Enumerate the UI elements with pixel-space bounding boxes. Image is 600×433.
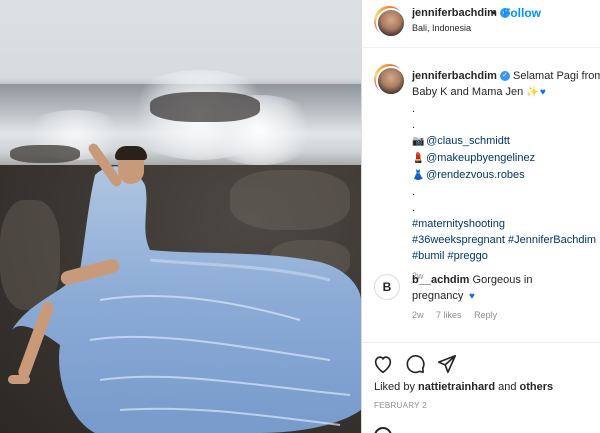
follow-button[interactable]: Follow bbox=[503, 6, 541, 20]
caption-text-line1: Selamat Pagi from bbox=[513, 70, 600, 82]
post-photo[interactable] bbox=[0, 0, 361, 433]
post-actions: Liked by nattietrainhard and others FEBR… bbox=[362, 342, 600, 433]
lipstick-icon: 💄 bbox=[412, 153, 425, 164]
post-header: jenniferbachdim ✓ • Follow Bali, Indonesi… bbox=[362, 0, 600, 48]
emoji-picker-icon[interactable] bbox=[374, 427, 392, 433]
camera-icon: 📷 bbox=[412, 136, 425, 147]
liked-by-user[interactable]: nattietrainhard bbox=[418, 381, 495, 393]
comment-timestamp[interactable]: 2w bbox=[412, 310, 424, 320]
liked-by-others[interactable]: others bbox=[520, 381, 554, 393]
post-date[interactable]: FEBRUARY 2 bbox=[374, 401, 427, 410]
sparkle-icon: ✨ bbox=[526, 87, 539, 98]
comment-text-line1: Gorgeous in bbox=[472, 274, 533, 286]
paper-plane-icon[interactable] bbox=[436, 353, 458, 375]
heart-icon[interactable] bbox=[372, 353, 394, 375]
caption-author-avatar[interactable] bbox=[374, 64, 406, 96]
comment-icon[interactable] bbox=[404, 353, 426, 375]
dress-icon: 👗 bbox=[412, 170, 425, 181]
credit-link-dress[interactable]: @rendezvous.robes bbox=[426, 169, 525, 181]
blue-heart-icon: ♥ bbox=[539, 87, 546, 98]
caption-username[interactable]: jenniferbachdim bbox=[412, 70, 497, 82]
verified-badge-icon: ✓ bbox=[499, 71, 510, 82]
blue-heart-icon: ♥ bbox=[468, 291, 475, 302]
caption-text-line2: Baby K and Mama Jen bbox=[412, 86, 524, 98]
commenter-username[interactable]: b__achdim bbox=[412, 274, 469, 286]
hashtag-line-2[interactable]: #36weekspregnant #JenniferBachdim bbox=[412, 232, 598, 248]
reply-button[interactable]: Reply bbox=[474, 310, 497, 320]
commenter-avatar[interactable]: B bbox=[374, 274, 400, 300]
credit-link-photographer[interactable]: @claus_schmidtt bbox=[426, 135, 510, 147]
hashtag-line-1[interactable]: #maternityshooting bbox=[412, 216, 598, 232]
hashtag-line-3[interactable]: #bumil #preggo bbox=[412, 248, 598, 264]
separator-dot: • bbox=[492, 6, 497, 20]
post-side-panel: jenniferbachdim ✓ • Follow Bali, Indonesi… bbox=[362, 0, 600, 433]
comment-likes[interactable]: 7 likes bbox=[436, 310, 462, 320]
photo-dress bbox=[12, 166, 361, 433]
liked-by-text: Liked by nattietrainhard and others bbox=[374, 381, 554, 393]
author-avatar[interactable] bbox=[374, 6, 406, 38]
post-location[interactable]: Bali, Indonesia bbox=[412, 23, 471, 33]
comment-text-line2: pregnancy bbox=[412, 290, 464, 302]
credit-link-makeup[interactable]: @makeupbyengelinez bbox=[426, 152, 535, 164]
